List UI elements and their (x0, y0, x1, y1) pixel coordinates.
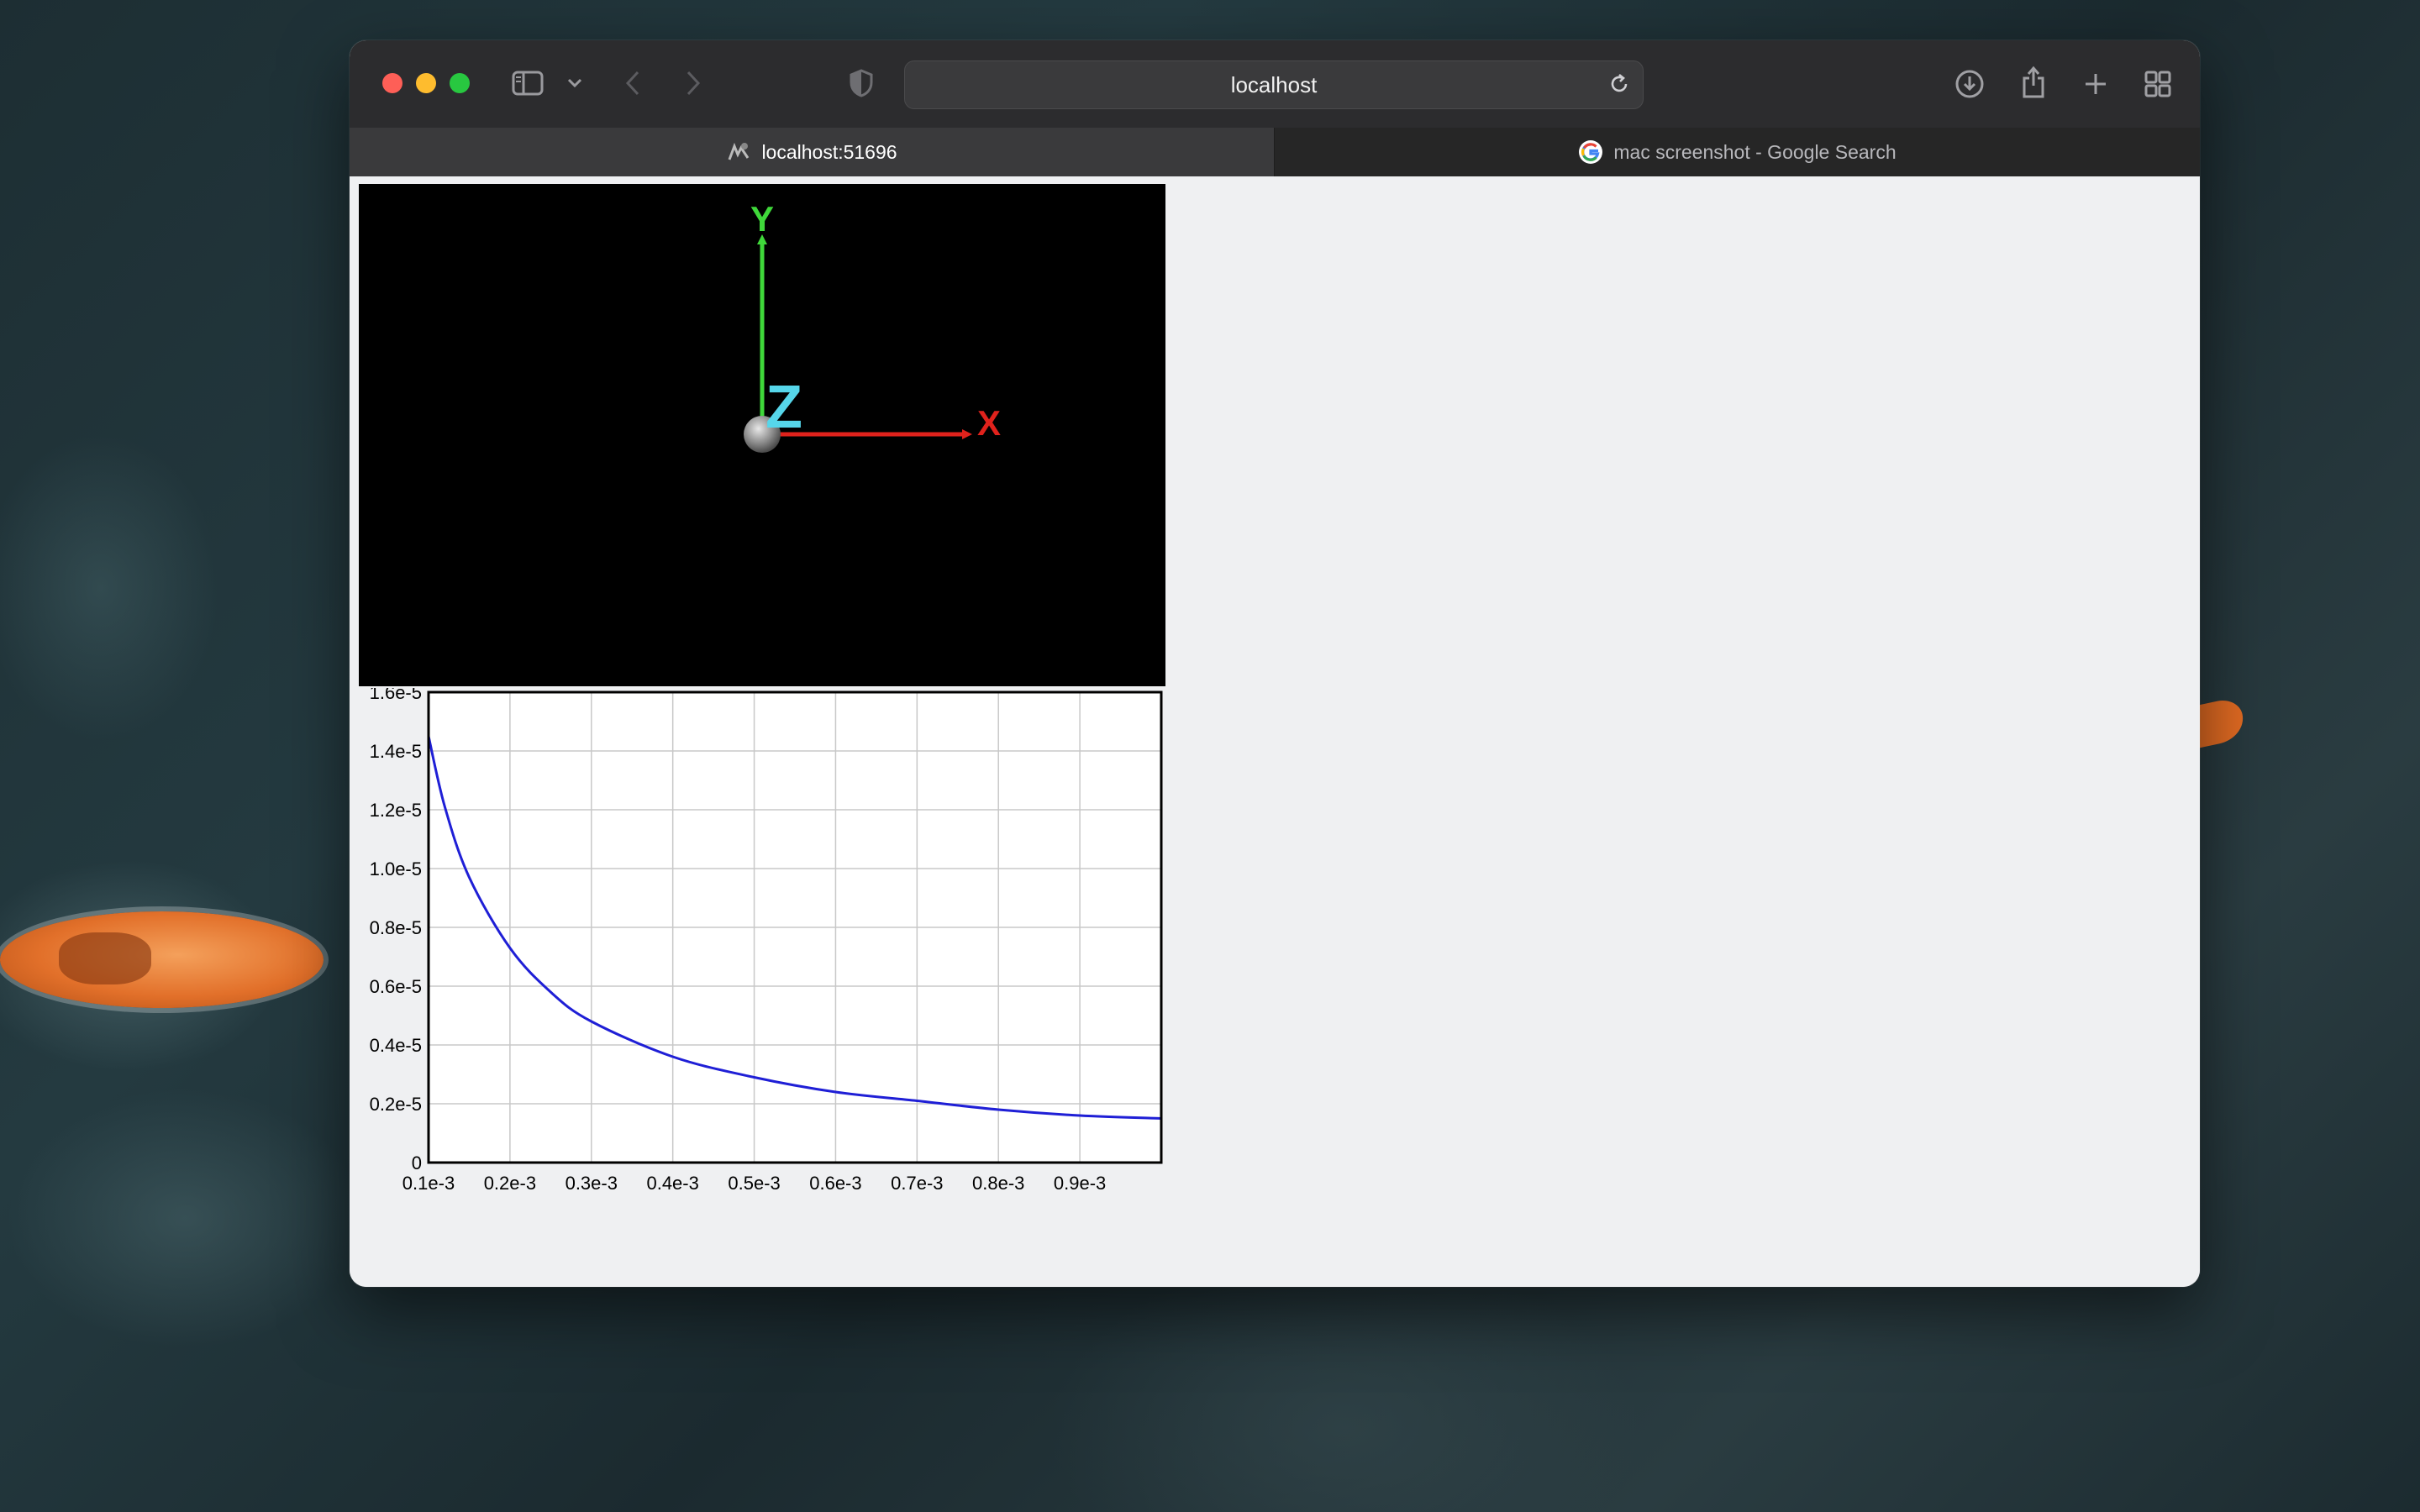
reload-icon[interactable] (1607, 72, 1631, 100)
y-axis-label: Y (750, 199, 774, 239)
sidebar-toggle-icon[interactable] (511, 69, 544, 97)
tab-label: mac screenshot - Google Search (1613, 140, 1897, 163)
y-tick-label: 1.6e-5 (370, 688, 422, 703)
kayak-seat (59, 932, 151, 984)
y-tick-label: 0.4e-5 (370, 1035, 422, 1056)
kayak-wallpaper-detail (0, 911, 324, 1008)
chevron-down-icon[interactable] (565, 74, 585, 92)
x-tick-label: 0.2e-3 (484, 1173, 536, 1194)
x-tick-label: 0.5e-3 (728, 1173, 780, 1194)
graph-panel[interactable]: 0.1e-3 0.2e-3 0.3e-3 0.4e-3 0.5e-3 0.6e-3 0.7e… (359, 682, 1165, 1209)
y-tick-label: 1.0e-5 (370, 858, 422, 879)
browser-window: localhost localhost:51696 mac screenshot… (350, 40, 2200, 1287)
x-tick-label: 0.1e-3 (402, 1173, 455, 1194)
close-window-button[interactable] (382, 73, 402, 93)
vpython-favicon-icon (726, 139, 751, 165)
minimize-window-button[interactable] (416, 73, 436, 93)
address-bar[interactable]: localhost (904, 60, 1644, 109)
x-tick-label: 0.4e-3 (646, 1173, 698, 1194)
3d-scene: X Y Z (744, 199, 1001, 453)
y-tick-label: 0.6e-5 (370, 976, 422, 997)
z-axis-label: Z (765, 374, 802, 441)
y-tick-label: 0.2e-5 (370, 1094, 422, 1115)
x-tick-label: 0.3e-3 (566, 1173, 618, 1194)
x-tick-label: 0.7e-3 (891, 1173, 943, 1194)
google-favicon-icon (1578, 139, 1603, 165)
tab-label: localhost:51696 (761, 140, 897, 163)
x-tick-label: 0.9e-3 (1054, 1173, 1106, 1194)
maximize-window-button[interactable] (450, 73, 470, 93)
tab-bar: localhost:51696 mac screenshot - Google … (350, 128, 2200, 176)
tab-google-search[interactable]: mac screenshot - Google Search (1275, 128, 2200, 176)
y-tick-label: 1.2e-5 (370, 800, 422, 821)
x-axis-arrowhead (962, 429, 972, 439)
address-bar-text: localhost (1230, 71, 1318, 97)
forward-arrow-icon[interactable] (681, 69, 706, 97)
tab-localhost[interactable]: localhost:51696 (350, 128, 1274, 176)
downloads-icon[interactable] (1953, 67, 1986, 101)
x-axis-label: X (977, 403, 1001, 443)
3d-canvas[interactable]: X Y Z (359, 184, 1165, 686)
x-tick-label: 0.6e-3 (809, 1173, 861, 1194)
page-content: X Y Z 0.1e-3 0.2e-3 0.3e-3 0.4e-3 0.5e-3 0.6e… (350, 176, 2200, 1287)
line-chart: 0.1e-3 0.2e-3 0.3e-3 0.4e-3 0.5e-3 0.6e-3 0.7e… (370, 682, 1163, 1194)
share-icon[interactable] (2017, 64, 2050, 101)
y-tick-label: 0 (412, 1152, 422, 1173)
tab-overview-icon[interactable] (2141, 67, 2175, 101)
privacy-shield-icon[interactable] (849, 67, 874, 99)
x-tick-label: 0.8e-3 (972, 1173, 1024, 1194)
y-tick-label: 1.4e-5 (370, 741, 422, 762)
back-arrow-icon[interactable] (620, 69, 645, 97)
y-tick-label: 0.8e-5 (370, 917, 422, 938)
new-tab-plus-icon[interactable] (2079, 67, 2112, 101)
browser-toolbar: localhost (350, 40, 2200, 129)
